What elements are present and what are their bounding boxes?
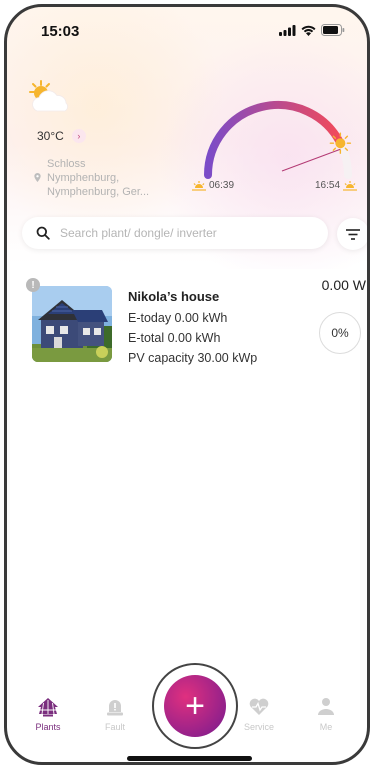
battery-icon [321,24,345,36]
temperature[interactable]: 30°C › [37,129,86,143]
plant-pv-capacity: PV capacity 30.00 kWp [128,351,258,365]
temperature-value: 30°C [37,129,64,143]
partly-cloudy-icon [27,79,73,122]
location-line-1: Schloss [47,158,86,170]
plant-e-today: E-today 0.00 kWh [128,311,228,325]
tab-plants[interactable]: Plants [23,697,73,755]
plants-icon [38,698,58,717]
add-plant-button[interactable]: + [152,663,238,749]
me-icon [318,698,334,715]
location: Schloss Nymphenburg, Nymphenburg, Ger... [33,157,173,199]
plant-card[interactable]: ! Nikola’s house E-today 0.00 kWh E-tota… [17,269,367,379]
location-line-3: Nymphenburg, Ger... [47,186,150,198]
sunset-time: 16:54 [315,180,341,191]
tab-service[interactable]: Service [234,697,284,755]
home-indicator [127,756,252,761]
location-line-2: Nymphenburg, [47,172,120,184]
sunset: 16:54 [315,180,358,191]
alert-icon: ! [26,278,40,292]
phone-frame: 15:03 30°C › Schloss Nymphenburg, Nymphe… [4,4,370,765]
sun-ray-line [281,148,341,172]
wifi-icon [301,25,316,36]
search-icon [36,226,50,240]
tab-fault-label: Fault [104,722,125,732]
tab-fault[interactable]: Fault [90,697,140,755]
sunrise-time: 06:39 [209,180,235,191]
sun-arc-track [204,101,352,179]
plant-name: Nikola’s house [128,289,220,304]
plus-icon: + [164,675,226,737]
plant-e-total: E-total 0.00 kWh [128,331,221,345]
plant-percent-badge: 0% [319,312,361,354]
sun-position-icon [329,132,352,154]
search-bar[interactable] [22,217,328,249]
status-time: 15:03 [41,23,80,40]
tab-plants-label: Plants [35,722,61,732]
location-pin-icon [34,173,41,182]
status-icons [279,24,345,36]
tab-service-label: Service [243,722,274,732]
filter-icon [346,228,360,240]
sun-gauge [192,95,364,190]
plant-power: 0.00 W [321,277,366,293]
sunrise: 06:39 [192,180,234,191]
sunrise-icon [192,180,206,191]
tab-me-label: Me [319,722,333,732]
service-icon [249,698,269,715]
plant-thumbnail [32,286,112,362]
filter-button[interactable] [337,218,367,250]
sun-arc-progress [204,101,345,179]
signal-icon [279,24,296,36]
chevron-right-icon[interactable]: › [71,129,86,143]
search-input[interactable] [60,226,300,240]
tab-me[interactable]: Me [301,697,351,755]
fault-icon [107,700,123,716]
sunset-icon [343,180,358,191]
